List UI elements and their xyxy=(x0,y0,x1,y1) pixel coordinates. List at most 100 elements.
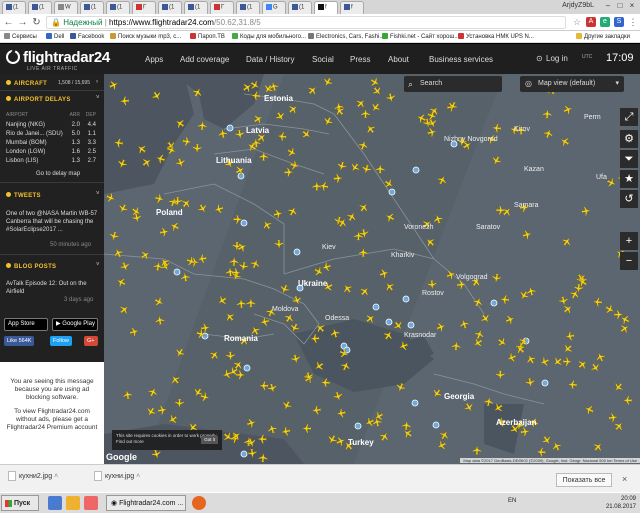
map-attribution[interactable]: Map data ©2017 GeoBasis-DE/BKG (©2009), … xyxy=(460,458,640,463)
search-input[interactable]: Search xyxy=(404,76,502,92)
airplane-icon[interactable] xyxy=(496,336,509,349)
airplane-icon[interactable] xyxy=(153,296,165,308)
airplane-icon[interactable] xyxy=(159,227,169,237)
airplane-icon[interactable] xyxy=(520,427,530,437)
airplane-icon[interactable] xyxy=(612,381,625,394)
bookmark-item[interactable]: Установка НМК UPS N... xyxy=(458,33,534,40)
airplane-icon[interactable] xyxy=(526,286,537,297)
browser-tab[interactable]: (1 xyxy=(288,1,312,14)
airplane-icon[interactable] xyxy=(451,341,461,351)
airplane-icon[interactable] xyxy=(112,247,124,259)
extension-icon[interactable]: S xyxy=(614,17,624,27)
airplane-icon[interactable] xyxy=(581,206,591,216)
airplane-icon[interactable] xyxy=(594,351,606,363)
airplane-icon[interactable] xyxy=(561,343,574,356)
airplane-icon[interactable] xyxy=(180,272,191,282)
delay-row[interactable]: Rio de Janei... (SDU) 5.0 1.1 xyxy=(6,131,98,137)
airplane-icon[interactable] xyxy=(491,123,502,133)
airplane-icon[interactable] xyxy=(472,445,482,455)
airplane-icon[interactable] xyxy=(129,326,140,337)
close-icon[interactable]: × xyxy=(626,1,638,11)
airplane-icon[interactable] xyxy=(147,386,159,398)
airplane-icon[interactable] xyxy=(479,312,492,325)
browser-tab[interactable]: (1 xyxy=(2,1,26,14)
airplane-icon[interactable] xyxy=(622,395,632,406)
minimize-icon[interactable]: – xyxy=(602,1,614,11)
airplane-icon[interactable] xyxy=(619,322,632,335)
browser-tab[interactable]: f xyxy=(340,1,364,14)
app-store-button[interactable]: App Store xyxy=(4,318,48,331)
chevron-down-icon[interactable]: ˅ xyxy=(96,95,100,101)
browser-tab[interactable]: (1 xyxy=(106,1,130,14)
browser-user-chip[interactable]: ArjdyZ9bL xyxy=(562,2,594,9)
bookmark-item[interactable]: Facebook xyxy=(70,33,104,40)
star-favorites-icon[interactable]: ★ xyxy=(620,170,638,188)
airplane-icon[interactable] xyxy=(145,406,157,418)
airplane-icon[interactable] xyxy=(608,412,618,423)
airplane-icon[interactable] xyxy=(122,389,133,400)
download-item[interactable]: кухни.jpg ˄ xyxy=(94,471,140,481)
fullscreen-icon[interactable]: ⤢ xyxy=(620,108,638,126)
bookmark-item[interactable]: Fishki.net - Сайт хорош... xyxy=(382,33,459,40)
delay-row[interactable]: Lisbon (LIS) 1.3 2.7 xyxy=(6,158,98,164)
flight-map[interactable]: Estonia Latvia Lithuania Poland Ukraine … xyxy=(104,74,640,464)
airplane-icon[interactable] xyxy=(543,128,554,139)
aircraft-section-title[interactable]: AIRCRAFT xyxy=(6,80,47,87)
folder-icon[interactable] xyxy=(66,496,80,510)
airplane-icon[interactable] xyxy=(182,136,192,147)
airplane-icon[interactable] xyxy=(567,380,578,390)
airplane-icon[interactable] xyxy=(501,205,514,218)
nav-business-services[interactable]: Business services xyxy=(429,55,493,64)
quick-launch-icon[interactable] xyxy=(84,496,98,510)
airplane-icon[interactable] xyxy=(491,273,502,283)
bookmark-item[interactable]: Сервисы xyxy=(4,33,37,40)
airplane-icon[interactable] xyxy=(197,120,208,131)
airplane-icon[interactable] xyxy=(213,204,224,215)
quick-launch-icon[interactable] xyxy=(48,496,62,510)
nav-press[interactable]: Press xyxy=(350,55,370,64)
airplane-icon[interactable] xyxy=(108,231,119,242)
airplane-icon[interactable] xyxy=(252,113,264,125)
delay-row[interactable]: Mumbai (BOM) 1.3 3.3 xyxy=(6,140,98,146)
tweet-text[interactable]: One of two @NASA Martin WB-57 Canberra t… xyxy=(6,210,100,234)
settings-gear-icon[interactable]: ⚙ xyxy=(620,130,638,148)
airplane-icon[interactable] xyxy=(119,261,131,273)
airplane-icon[interactable] xyxy=(613,420,626,433)
taskbar-chrome-window[interactable]: ◉ Flightradar24.com ... xyxy=(106,495,186,511)
site-logo[interactable]: flightradar24 xyxy=(6,49,110,66)
filter-icon[interactable]: ⏷ xyxy=(620,150,638,168)
chevron-icon[interactable]: › xyxy=(96,79,98,85)
airplane-icon[interactable] xyxy=(561,235,574,248)
maximize-icon[interactable]: □ xyxy=(614,1,626,11)
airplane-icon[interactable] xyxy=(438,429,450,441)
airplane-icon[interactable] xyxy=(522,229,533,240)
airplane-icon[interactable] xyxy=(458,318,470,329)
chevron-down-icon[interactable]: ˅ xyxy=(96,262,100,268)
delay-map-link[interactable]: Go to delay map xyxy=(36,171,80,177)
airplane-icon[interactable] xyxy=(564,331,575,341)
airplane-icon[interactable] xyxy=(541,434,554,447)
airplane-icon[interactable] xyxy=(105,192,117,204)
download-item[interactable]: кухни2.jpg ˄ xyxy=(8,471,58,481)
bookmark-folder-other[interactable]: Другие закладки xyxy=(576,33,630,40)
airplane-icon[interactable] xyxy=(401,427,414,440)
airplane-icon[interactable] xyxy=(592,297,603,307)
bookmark-item[interactable]: Поиск музыки mp3, с... xyxy=(110,33,181,40)
bookmark-item[interactable]: Коды для мобильного... xyxy=(232,33,306,40)
airplane-icon[interactable] xyxy=(542,109,552,119)
airplane-icon[interactable] xyxy=(456,280,467,290)
airplane-icon[interactable] xyxy=(168,220,180,232)
close-icon[interactable]: × xyxy=(622,474,627,484)
nav-add-coverage[interactable]: Add coverage xyxy=(180,55,229,64)
forward-icon[interactable]: → xyxy=(17,17,28,28)
airplane-icon[interactable] xyxy=(155,315,165,325)
blog-posts-title[interactable]: BLOG POSTS xyxy=(6,263,56,270)
browser-tab[interactable]: (1 xyxy=(236,1,260,14)
airplane-icon[interactable] xyxy=(606,177,618,189)
airplane-icon[interactable] xyxy=(427,280,437,290)
system-clock[interactable]: 20:09 21.08.2017 xyxy=(600,495,636,511)
airplane-icon[interactable] xyxy=(115,276,127,288)
airplane-icon[interactable] xyxy=(525,353,537,365)
zoom-in-icon[interactable]: + xyxy=(620,232,638,250)
browser-tab[interactable]: (1 xyxy=(28,1,52,14)
